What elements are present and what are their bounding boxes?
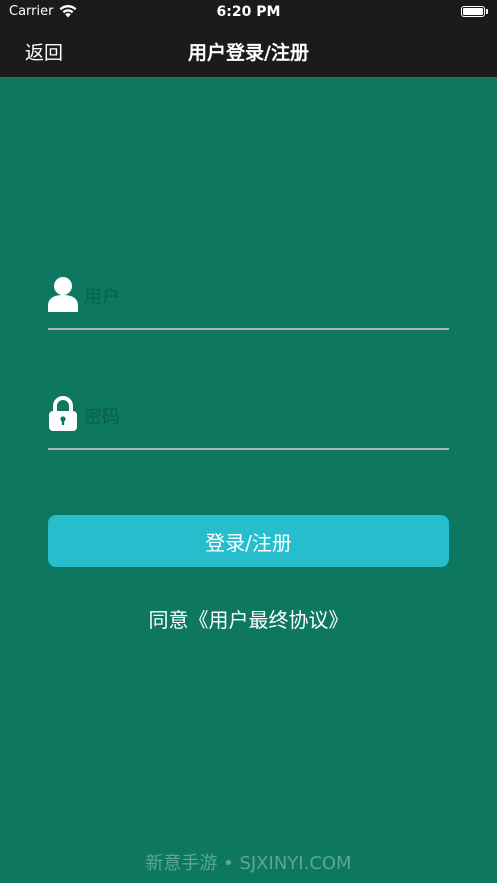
page-title: 用户登录/注册 [188, 42, 309, 64]
user-icon [48, 277, 78, 312]
username-input[interactable] [84, 282, 444, 312]
watermark: 新意手游 • SJXINYI.COM [145, 853, 352, 874]
top-bar: Carrier 6:20 PM 返回 用户登录/注册 [0, 0, 497, 77]
battery-tip [486, 9, 488, 14]
password-input[interactable] [84, 402, 444, 432]
battery-level-fill [463, 8, 483, 15]
login-register-button[interactable]: 登录/注册 [48, 515, 449, 567]
battery-icon [461, 6, 485, 17]
password-field [48, 396, 449, 450]
lock-icon [49, 396, 77, 431]
clock: 6:20 PM [216, 4, 281, 20]
user-agreement-link[interactable]: 同意《用户最终协议》 [0, 604, 497, 633]
username-field [48, 276, 449, 330]
status-bar: Carrier 6:20 PM [0, 0, 497, 24]
